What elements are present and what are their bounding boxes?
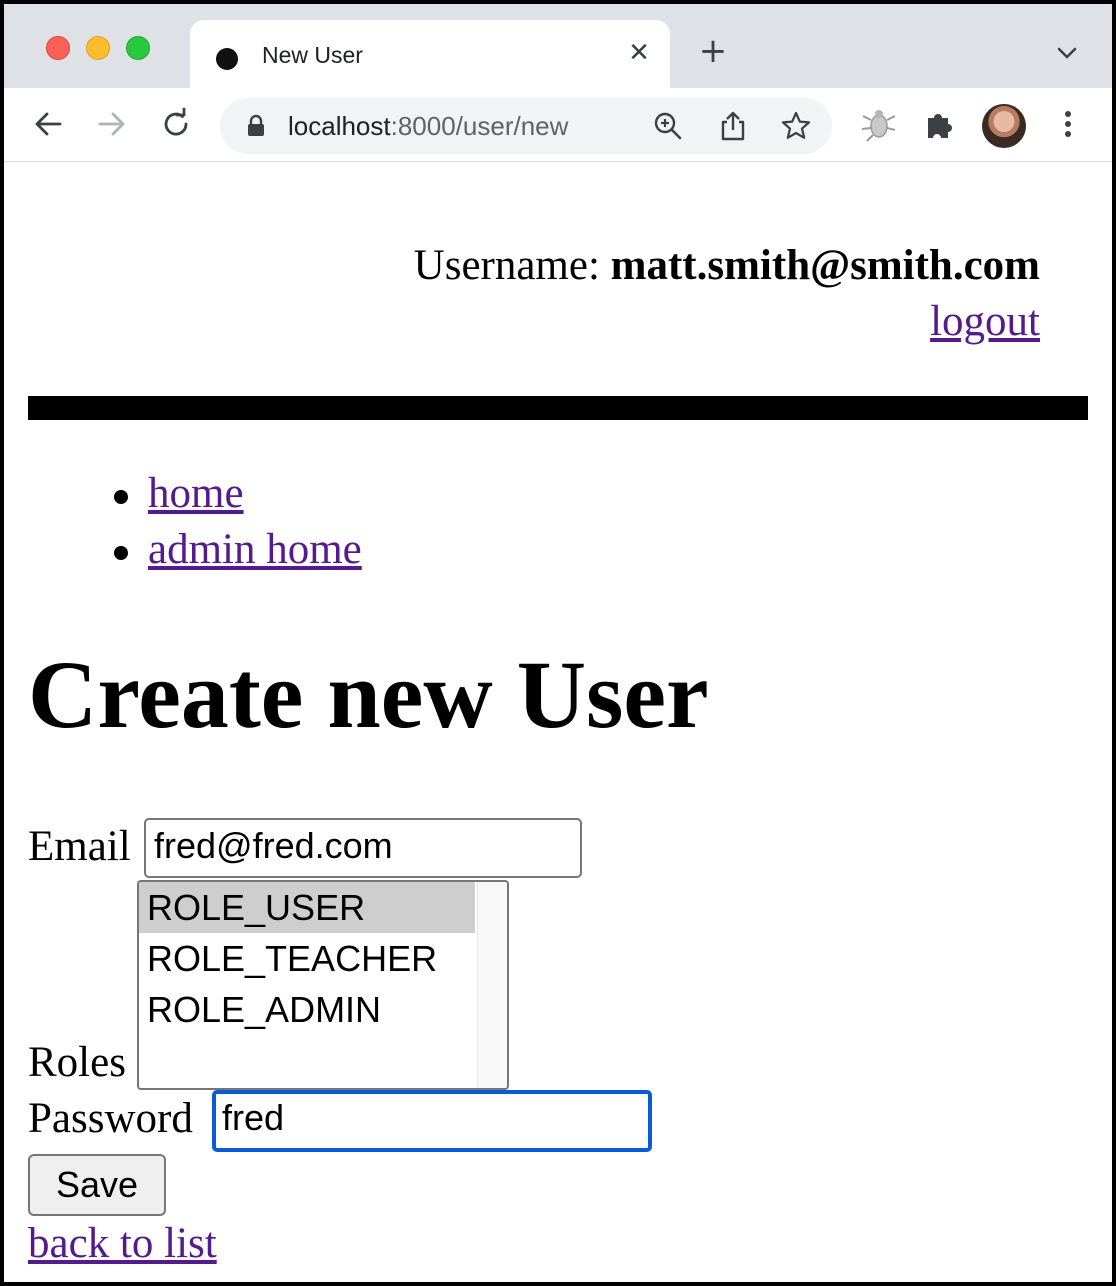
save-button[interactable]: Save <box>28 1154 166 1216</box>
logout-link[interactable]: logout <box>930 298 1040 345</box>
lock-icon[interactable] <box>246 114 266 138</box>
roles-scrollbar[interactable] <box>477 882 507 1088</box>
minimize-window-button[interactable] <box>86 36 110 60</box>
email-field[interactable]: fred@fred.com <box>144 818 582 878</box>
nav-item-admin-home: admin home <box>114 522 362 578</box>
header-divider <box>28 396 1088 420</box>
favicon-icon <box>216 48 238 70</box>
user-info: Username: matt.smith@smith.com logout <box>414 238 1040 350</box>
page-content: Username: matt.smith@smith.com logout ho… <box>4 162 1112 1282</box>
nav-item-home: home <box>114 466 362 522</box>
email-label: Email <box>28 823 131 870</box>
role-option-user[interactable]: ROLE_USER <box>139 882 475 933</box>
avatar[interactable] <box>982 104 1026 148</box>
nav-list: home admin home <box>114 466 362 578</box>
forward-arrow-icon[interactable] <box>94 106 130 142</box>
close-window-button[interactable] <box>46 36 70 60</box>
role-option-teacher[interactable]: ROLE_TEACHER <box>139 933 475 984</box>
home-link[interactable]: home <box>148 470 244 517</box>
url-text: localhost:8000/user/new <box>288 111 569 141</box>
star-icon[interactable] <box>780 110 812 142</box>
roles-label: Roles <box>28 1039 126 1086</box>
puzzle-extensions-icon[interactable] <box>922 106 958 142</box>
tab-new-user[interactable]: New User ✕ <box>190 20 670 88</box>
browser-window: New User ✕ + localhost:8000/user/new Use… <box>4 4 1112 1282</box>
reload-icon[interactable] <box>158 106 194 142</box>
zoom-icon[interactable] <box>652 110 684 142</box>
password-label: Password <box>28 1095 193 1142</box>
back-arrow-icon[interactable] <box>30 106 66 142</box>
password-field[interactable]: fred <box>212 1090 652 1152</box>
share-icon[interactable] <box>718 110 748 142</box>
tab-title: New User <box>262 42 363 68</box>
username-label: Username: <box>413 242 600 289</box>
role-option-admin[interactable]: ROLE_ADMIN <box>139 984 475 1035</box>
back-to-list-link[interactable]: back to list <box>28 1216 217 1272</box>
tab-strip: New User ✕ + <box>4 4 1112 88</box>
chevron-down-icon[interactable] <box>1052 38 1082 68</box>
zoom-window-button[interactable] <box>126 36 150 60</box>
browser-toolbar: localhost:8000/user/new <box>4 88 1112 162</box>
kebab-menu-icon[interactable] <box>1050 106 1086 142</box>
roles-select[interactable]: ROLE_USER ROLE_TEACHER ROLE_ADMIN <box>137 880 509 1090</box>
close-icon[interactable]: ✕ <box>624 38 654 68</box>
plus-icon[interactable]: + <box>696 34 730 68</box>
bug-extension-icon[interactable] <box>858 104 898 144</box>
username-value: matt.smith@smith.com <box>610 242 1040 289</box>
address-bar[interactable]: localhost:8000/user/new <box>220 98 832 154</box>
page-title: Create new User <box>28 641 709 748</box>
admin-home-link[interactable]: admin home <box>148 526 362 573</box>
